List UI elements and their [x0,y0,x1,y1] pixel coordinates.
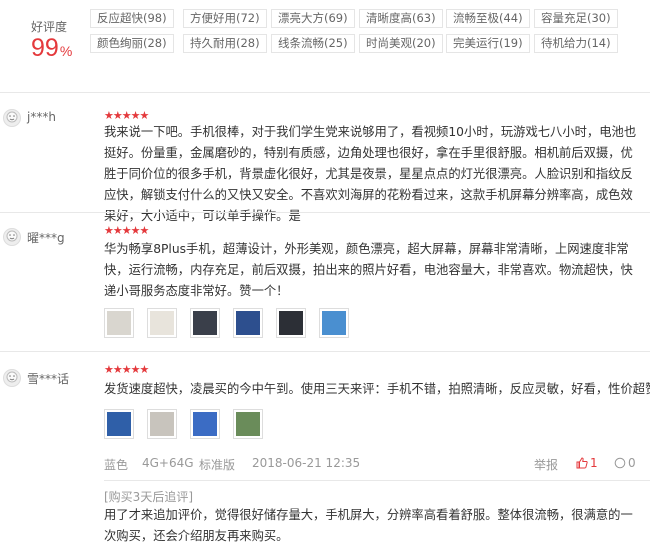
review-thumbnail[interactable] [233,308,263,338]
meta-color: 蓝色 [104,458,129,472]
tag-item[interactable]: 持久耐用(28) [183,34,267,53]
review-thumbnail[interactable] [104,409,134,439]
review-username: 雪***话 [27,372,70,386]
tag-item[interactable]: 完美运行(19) [446,34,530,53]
followup-content: 用了才来追加评价，觉得很好储存量大，手机屏大，分辨率高看着舒服。整体很流畅，很满… [104,508,633,543]
followup-title: [购买3天后追评] [104,490,193,504]
tag-item[interactable]: 线条流畅(25) [271,34,355,53]
review-thumbnail[interactable] [147,409,177,439]
tag-item[interactable]: 流畅至极(44) [446,9,530,28]
review-username: 曜***g [27,231,65,245]
like-icon[interactable] [576,457,588,472]
review-thumbnail[interactable] [276,308,306,338]
review-content: 华为畅享8Plus手机，超薄设计，外形美观，颜色漂亮，超大屏幕，屏幕非常清晰，上… [104,242,633,298]
tag-item[interactable]: 颜色绚丽(28) [90,34,174,53]
review-thumbnail[interactable] [233,409,263,439]
avatar [3,109,21,127]
meta-edition: 标准版 [199,458,236,472]
rating-summary: 好评度 99% 反应超快(98) 方便好用(72) 漂亮大方(69) 清晰度高(… [0,0,650,62]
comment-count: 0 [628,456,636,470]
divider [0,351,650,352]
review-thumbnail[interactable] [104,308,134,338]
divider [0,212,650,213]
tag-item[interactable]: 清晰度高(63) [359,9,443,28]
review-thumbnail[interactable] [190,308,220,338]
avatar [3,369,21,387]
tag-item[interactable]: 方便好用(72) [183,9,267,28]
review-username: j***h [27,110,56,124]
review-thumbnail[interactable] [319,308,349,338]
star-rating: ★★★★★ [104,224,149,237]
review-thumbnail[interactable] [147,308,177,338]
report-link[interactable]: 举报 [534,456,558,473]
rate-label: 好评度 [31,20,68,34]
meta-spec: 4G+64G [142,456,194,470]
like-count: 1 [590,456,598,470]
meta-date: 2018-06-21 12:35 [252,456,361,470]
review-content: 发货速度超快，凌晨买的今中午到。使用三天来评：手机不错，拍照清晰，反应灵敏，好看… [104,382,650,396]
star-rating: ★★★★★ [104,109,149,122]
tag-item[interactable]: 容量充足(30) [534,9,618,28]
avatar [3,228,21,246]
rate-value: 99% [31,34,73,62]
review-thumbnail[interactable] [190,409,220,439]
tag-item[interactable]: 漂亮大方(69) [271,9,355,28]
star-rating: ★★★★★ [104,363,149,376]
divider [0,92,650,93]
tag-item[interactable]: 时尚美观(20) [359,34,443,53]
tag-item[interactable]: 反应超快(98) [90,9,174,28]
divider [104,480,650,481]
comment-icon[interactable] [614,457,626,472]
tag-item[interactable]: 待机给力(14) [534,34,618,53]
